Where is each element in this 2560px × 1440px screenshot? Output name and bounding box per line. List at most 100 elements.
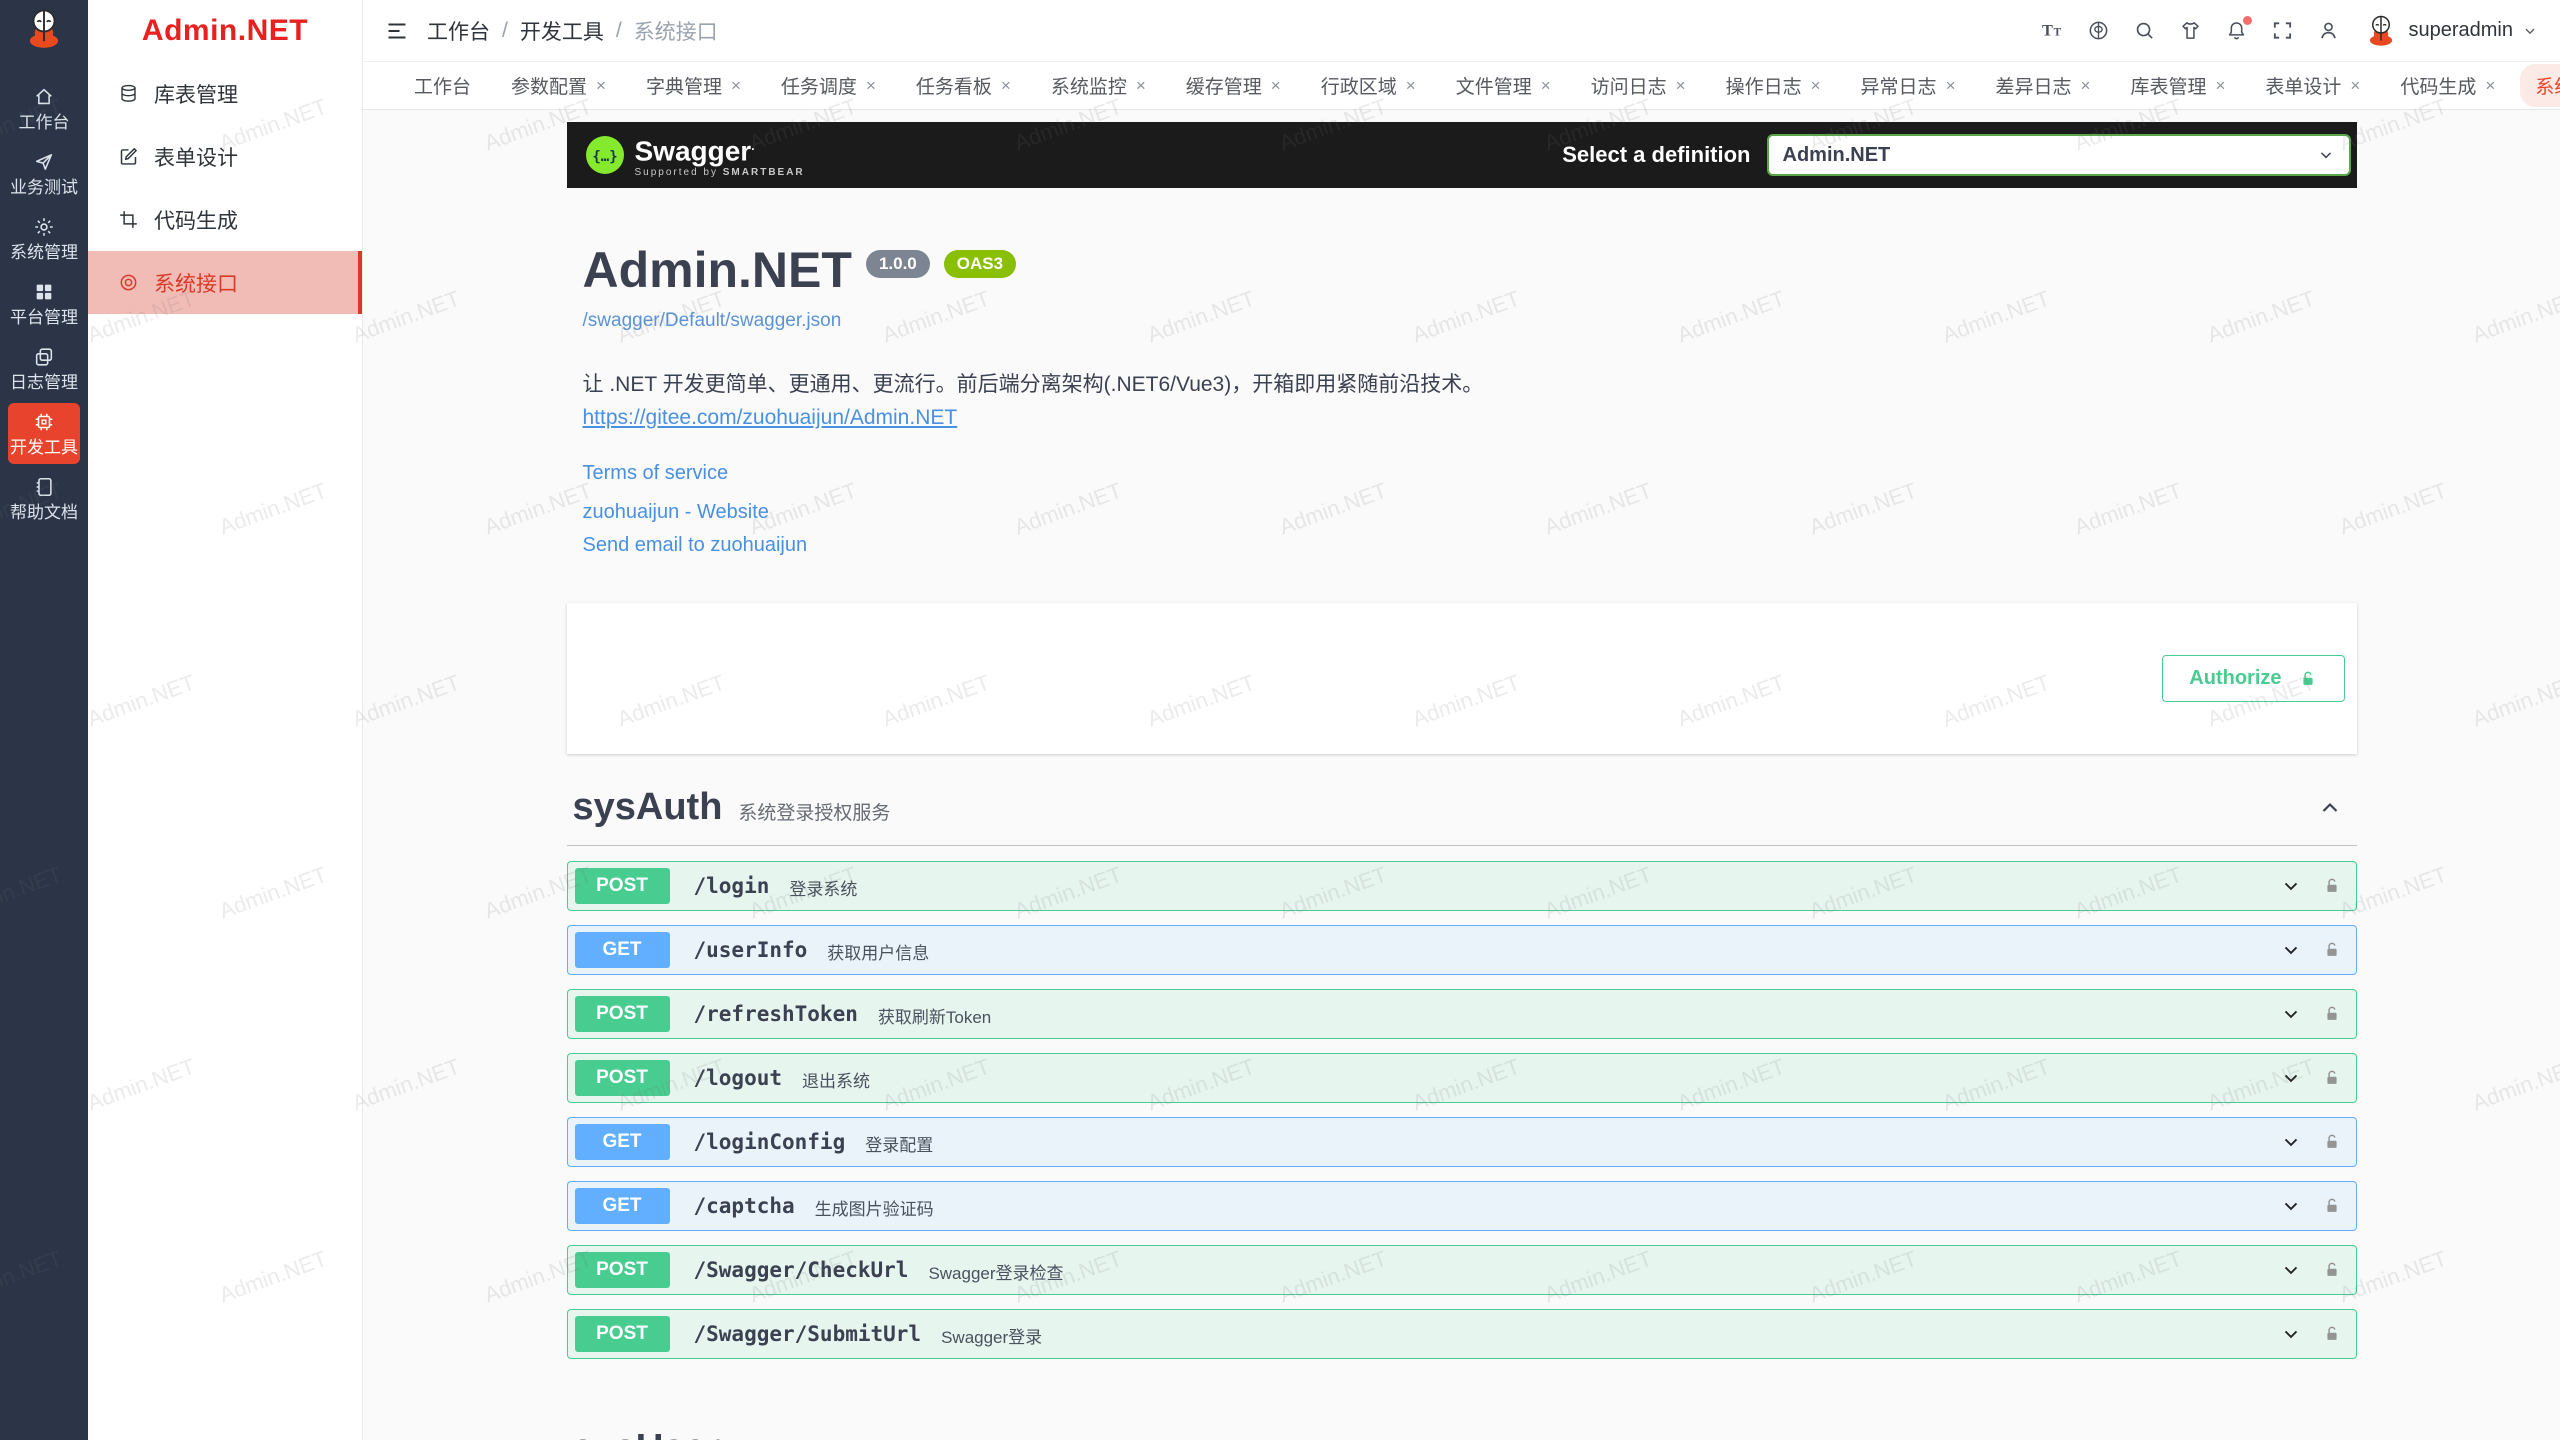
close-tab-icon[interactable]: × bbox=[1676, 77, 1686, 94]
expand-operation-icon[interactable] bbox=[2280, 1323, 2302, 1345]
notification-icon[interactable] bbox=[2225, 19, 2248, 42]
close-tab-icon[interactable]: × bbox=[1271, 77, 1281, 94]
user-menu[interactable]: superadmin bbox=[2363, 13, 2538, 49]
operation-POST-/login[interactable]: POST/login登录系统 bbox=[567, 861, 2357, 911]
expand-operation-icon[interactable] bbox=[2280, 1195, 2302, 1217]
tab-10[interactable]: 操作日志× bbox=[1711, 64, 1836, 107]
language-icon[interactable] bbox=[2087, 19, 2110, 42]
tab-15[interactable]: 代码生成× bbox=[2385, 64, 2510, 107]
auth-lock-icon[interactable] bbox=[2322, 1004, 2342, 1024]
app-logo[interactable] bbox=[0, 0, 88, 62]
close-tab-icon[interactable]: × bbox=[2081, 77, 2091, 94]
section-header[interactable]: sysAuth系统登录授权服务 bbox=[567, 786, 2357, 846]
close-tab-icon[interactable]: × bbox=[731, 77, 741, 94]
method-badge: POST bbox=[575, 1316, 670, 1352]
swagger-logo-text: Swagger. bbox=[635, 132, 805, 165]
theme-icon[interactable] bbox=[2179, 19, 2202, 42]
email-link[interactable]: Send email to zuohuaijun bbox=[583, 534, 2341, 557]
auth-lock-icon[interactable] bbox=[2322, 876, 2342, 896]
operation-GET-/loginConfig[interactable]: GET/loginConfig登录配置 bbox=[567, 1117, 2357, 1167]
operation-POST-/Swagger/CheckUrl[interactable]: POST/Swagger/CheckUrlSwagger登录检查 bbox=[567, 1245, 2357, 1295]
oas-badge: OAS3 bbox=[944, 250, 1016, 278]
tab-0[interactable]: 工作台 bbox=[399, 64, 486, 107]
close-tab-icon[interactable]: × bbox=[1406, 77, 1416, 94]
close-tab-icon[interactable]: × bbox=[1001, 77, 1011, 94]
fullscreen-icon[interactable] bbox=[2271, 19, 2294, 42]
close-tab-icon[interactable]: × bbox=[1811, 77, 1821, 94]
operation-POST-/Swagger/SubmitUrl[interactable]: POST/Swagger/SubmitUrlSwagger登录 bbox=[567, 1309, 2357, 1359]
auth-lock-icon[interactable] bbox=[2322, 1260, 2342, 1280]
expand-operation-icon[interactable] bbox=[2280, 1003, 2302, 1025]
terms-link[interactable]: Terms of service bbox=[583, 462, 2341, 485]
close-tab-icon[interactable]: × bbox=[1136, 77, 1146, 94]
expand-operation-icon[interactable] bbox=[2280, 875, 2302, 897]
rail-item-5[interactable]: 开发工具 bbox=[8, 403, 80, 464]
breadcrumb-item-1[interactable]: 开发工具 bbox=[520, 16, 604, 46]
submenu-item-1[interactable]: 表单设计 bbox=[88, 125, 362, 188]
tab-9[interactable]: 访问日志× bbox=[1576, 64, 1701, 107]
tab-4[interactable]: 任务看板× bbox=[901, 64, 1026, 107]
expand-operation-icon[interactable] bbox=[2280, 1131, 2302, 1153]
submenu-item-3[interactable]: 系统接口 bbox=[88, 251, 362, 314]
close-tab-icon[interactable]: × bbox=[1946, 77, 1956, 94]
close-tab-icon[interactable]: × bbox=[2485, 77, 2495, 94]
auth-lock-icon[interactable] bbox=[2322, 1324, 2342, 1344]
close-tab-icon[interactable]: × bbox=[1541, 77, 1551, 94]
breadcrumb-item-0[interactable]: 工作台 bbox=[427, 16, 490, 46]
submenu-item-0[interactable]: 库表管理 bbox=[88, 62, 362, 125]
auth-lock-icon[interactable] bbox=[2322, 1132, 2342, 1152]
scheme-container: Authorize bbox=[567, 603, 2357, 754]
operation-description: Swagger登录检查 bbox=[928, 1259, 1063, 1284]
rail-item-6[interactable]: 帮助文档 bbox=[8, 468, 80, 529]
tab-12[interactable]: 差异日志× bbox=[1981, 64, 2106, 107]
definition-select-value: Admin.NET bbox=[1783, 144, 1891, 167]
tab-6[interactable]: 缓存管理× bbox=[1171, 64, 1296, 107]
tab-2[interactable]: 字典管理× bbox=[631, 64, 756, 107]
expand-operation-icon[interactable] bbox=[2280, 1067, 2302, 1089]
auth-lock-icon[interactable] bbox=[2322, 940, 2342, 960]
tab-5[interactable]: 系统监控× bbox=[1036, 64, 1161, 107]
spec-url-link[interactable]: /swagger/Default/swagger.json bbox=[583, 310, 842, 332]
operation-GET-/userInfo[interactable]: GET/userInfo获取用户信息 bbox=[567, 925, 2357, 975]
tab-8[interactable]: 文件管理× bbox=[1441, 64, 1566, 107]
close-tab-icon[interactable]: × bbox=[866, 77, 876, 94]
collapse-section-icon[interactable] bbox=[2317, 795, 2343, 821]
operation-GET-/captcha[interactable]: GET/captcha生成图片验证码 bbox=[567, 1181, 2357, 1231]
expand-operation-icon[interactable] bbox=[2280, 939, 2302, 961]
operation-POST-/logout[interactable]: POST/logout退出系统 bbox=[567, 1053, 2357, 1103]
rail-item-0[interactable]: 工作台 bbox=[8, 78, 80, 139]
rail-item-4[interactable]: 日志管理 bbox=[8, 338, 80, 399]
rail-item-2[interactable]: 系统管理 bbox=[8, 208, 80, 269]
operation-POST-/refreshToken[interactable]: POST/refreshToken获取刷新Token bbox=[567, 989, 2357, 1039]
send-icon bbox=[33, 151, 55, 173]
tab-3[interactable]: 任务调度× bbox=[766, 64, 891, 107]
close-tab-icon[interactable]: × bbox=[2215, 77, 2225, 94]
tab-1[interactable]: 参数配置× bbox=[496, 64, 621, 107]
font-size-icon[interactable]: TT bbox=[2041, 19, 2064, 42]
app-root: 工作台业务测试系统管理平台管理日志管理开发工具帮助文档 Admin.NET 库表… bbox=[0, 0, 2560, 1440]
close-tab-icon[interactable]: × bbox=[2350, 77, 2360, 94]
close-tab-icon[interactable]: × bbox=[596, 77, 606, 94]
auth-lock-icon[interactable] bbox=[2322, 1196, 2342, 1216]
section-header[interactable]: sysUser系统用户服务 bbox=[567, 1427, 2357, 1440]
rail-item-3[interactable]: 平台管理 bbox=[8, 273, 80, 334]
notification-dot bbox=[2243, 16, 2252, 25]
definition-select[interactable]: Admin.NET bbox=[1767, 134, 2351, 176]
expand-operation-icon[interactable] bbox=[2280, 1259, 2302, 1281]
api-description: 让 .NET 开发更简单、更通用、更流行。前后端分离架构(.NET6/Vue3)… bbox=[583, 368, 2341, 398]
authorize-button[interactable]: Authorize bbox=[2162, 655, 2344, 702]
search-icon[interactable] bbox=[2133, 19, 2156, 42]
collapse-menu-icon[interactable] bbox=[385, 19, 409, 43]
auth-lock-icon[interactable] bbox=[2322, 1068, 2342, 1088]
tab-13[interactable]: 库表管理× bbox=[2115, 64, 2240, 107]
rail-item-1[interactable]: 业务测试 bbox=[8, 143, 80, 204]
tab-16[interactable]: 系统接口× bbox=[2520, 64, 2560, 107]
gitee-link[interactable]: https://gitee.com/zuohuaijun/Admin.NET bbox=[583, 406, 958, 430]
tab-11[interactable]: 异常日志× bbox=[1846, 64, 1971, 107]
tab-7[interactable]: 行政区域× bbox=[1306, 64, 1431, 107]
collapse-section-icon[interactable] bbox=[2317, 1436, 2343, 1440]
tab-14[interactable]: 表单设计× bbox=[2250, 64, 2375, 107]
profile-icon[interactable] bbox=[2317, 19, 2340, 42]
submenu-item-2[interactable]: 代码生成 bbox=[88, 188, 362, 251]
website-link[interactable]: zuohuaijun - Website bbox=[583, 501, 2341, 524]
